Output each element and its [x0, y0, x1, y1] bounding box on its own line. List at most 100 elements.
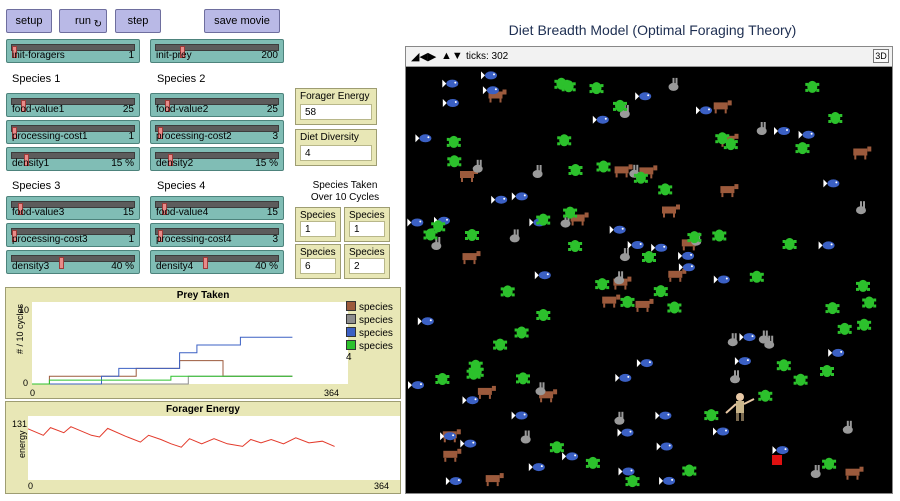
model-title: Diet Breadth Model (Optimal Foraging The… [508, 22, 797, 38]
turtle-icon [642, 251, 656, 263]
turtle-icon [822, 457, 837, 470]
species2-heading: Species 2 [157, 73, 206, 85]
run-button[interactable]: run ↻ [59, 9, 107, 33]
fish-icon [440, 432, 457, 441]
density3-slider[interactable]: density3 40 % [6, 250, 140, 274]
fish-icon [462, 396, 479, 405]
fish-icon [655, 411, 672, 420]
processing-cost3-slider[interactable]: processing-cost3 1 [6, 223, 140, 247]
processing-cost4-slider[interactable]: processing-cost4 3 [150, 223, 284, 247]
rabbit-icon [472, 159, 483, 173]
cow-icon [668, 268, 687, 282]
turtle-icon [795, 142, 810, 155]
rabbit-icon [727, 333, 738, 347]
step-button[interactable]: step [115, 9, 161, 33]
slider-value: 15 [266, 207, 278, 218]
food-value2-slider[interactable]: food-value2 25 [150, 93, 284, 117]
view-3d-button[interactable]: 3D [873, 49, 889, 63]
slider-thumb[interactable] [203, 257, 209, 269]
forever-loop-icon: ↻ [93, 19, 102, 30]
save-movie-button[interactable]: save movie [204, 9, 280, 33]
cow-icon [635, 298, 654, 312]
processing-cost1-slider[interactable]: processing-cost1 1 [6, 120, 140, 144]
turtle-icon [857, 318, 872, 331]
turtle-icon [805, 80, 820, 93]
food-value4-slider[interactable]: food-value4 15 [150, 196, 284, 220]
forager-energy-chart: energy 131 0 364 [12, 416, 400, 491]
turtle-icon [825, 302, 840, 315]
fish-icon [415, 134, 432, 143]
rabbit-icon [509, 229, 520, 243]
forager-icon [725, 393, 755, 421]
fish-icon [534, 271, 551, 280]
forager-energy-plot: Forager Energy energy 131 0 364 [5, 401, 401, 494]
slider-thumb[interactable] [59, 257, 65, 269]
plot-area [28, 416, 400, 480]
density2-slider[interactable]: density2 15 % [150, 147, 284, 171]
fish-icon [460, 439, 477, 448]
cow-icon [662, 204, 680, 218]
forager-energy-monitor: Forager Energy 58 [295, 88, 377, 125]
turtle-icon [820, 365, 834, 377]
fish-icon [442, 99, 459, 107]
fish-icon [636, 359, 653, 368]
turtle-icon [595, 278, 610, 291]
monitor-value: 2 [349, 258, 385, 274]
fish-icon [407, 218, 424, 227]
turtle-icon [500, 285, 515, 298]
prey-taken-plot: Prey Taken # / 10 cycles 10 0 0 364 spec… [5, 287, 401, 399]
slider-label: density1 [12, 158, 50, 169]
turtle-icon [465, 229, 479, 241]
density1-slider[interactable]: density1 15 % [6, 147, 140, 171]
slider-value: 3 [272, 234, 278, 245]
species-taken-line1: Species Taken [312, 180, 378, 191]
slider-value: 3 [272, 131, 278, 142]
setup-button[interactable]: setup [6, 9, 52, 33]
turtle-icon [856, 279, 870, 292]
world-canvas[interactable] [406, 67, 892, 493]
turtle-icon [776, 359, 791, 372]
species4-taken-monitor: Species 4 2 [344, 244, 390, 279]
cow-icon [485, 473, 504, 487]
world-view[interactable]: ◢◀▶ ▲▼ ticks: 302 3D [405, 46, 893, 494]
slider-label: processing-cost1 [12, 131, 88, 142]
processing-cost2-slider[interactable]: processing-cost2 3 [150, 120, 284, 144]
species3-taken-monitor: Species 3 6 [295, 244, 341, 279]
turtle-icon [447, 155, 462, 168]
monitor-value: 1 [300, 221, 336, 237]
turtle-icon [549, 441, 564, 454]
density4-slider[interactable]: density4 40 % [150, 250, 284, 274]
turtle-icon [758, 389, 773, 402]
fish-icon [659, 476, 676, 485]
slider-label: density2 [156, 158, 194, 169]
turtle-icon [682, 464, 697, 477]
cow-icon [845, 466, 864, 480]
slider-value: 40 % [111, 261, 134, 272]
fish-icon [818, 241, 835, 250]
rabbit-icon [856, 201, 866, 215]
fish-icon [609, 225, 626, 234]
view-pan-left-right-icon[interactable]: ◢◀▶ [411, 50, 436, 63]
turtle-icon [557, 134, 572, 147]
init-foragers-slider[interactable]: init-foragers 1 [6, 39, 140, 63]
fish-icon [713, 427, 729, 436]
slider-value: 200 [261, 50, 278, 61]
fish-icon [408, 381, 424, 390]
view-zoom-up-down-icon[interactable]: ▲▼ [441, 50, 463, 62]
turtle-icon [667, 301, 682, 314]
legend-species-4: species 4 [346, 340, 400, 363]
slider-value: 1 [128, 50, 134, 61]
slider-label: processing-cost2 [156, 131, 232, 142]
food-value1-slider[interactable]: food-value1 25 [6, 93, 140, 117]
rabbit-icon [619, 248, 630, 262]
init-prey-slider[interactable]: init-prey 200 [150, 39, 284, 63]
monitor-label: Forager Energy [300, 91, 370, 102]
food-value3-slider[interactable]: food-value3 15 [6, 196, 140, 220]
species-taken-line2: Over 10 Cycles [310, 192, 380, 203]
cow-icon [720, 184, 739, 198]
plot-area [32, 302, 348, 384]
fish-icon [511, 411, 528, 420]
fish-icon [828, 348, 845, 357]
slider-label: density3 [12, 261, 50, 272]
fish-icon [442, 79, 459, 88]
